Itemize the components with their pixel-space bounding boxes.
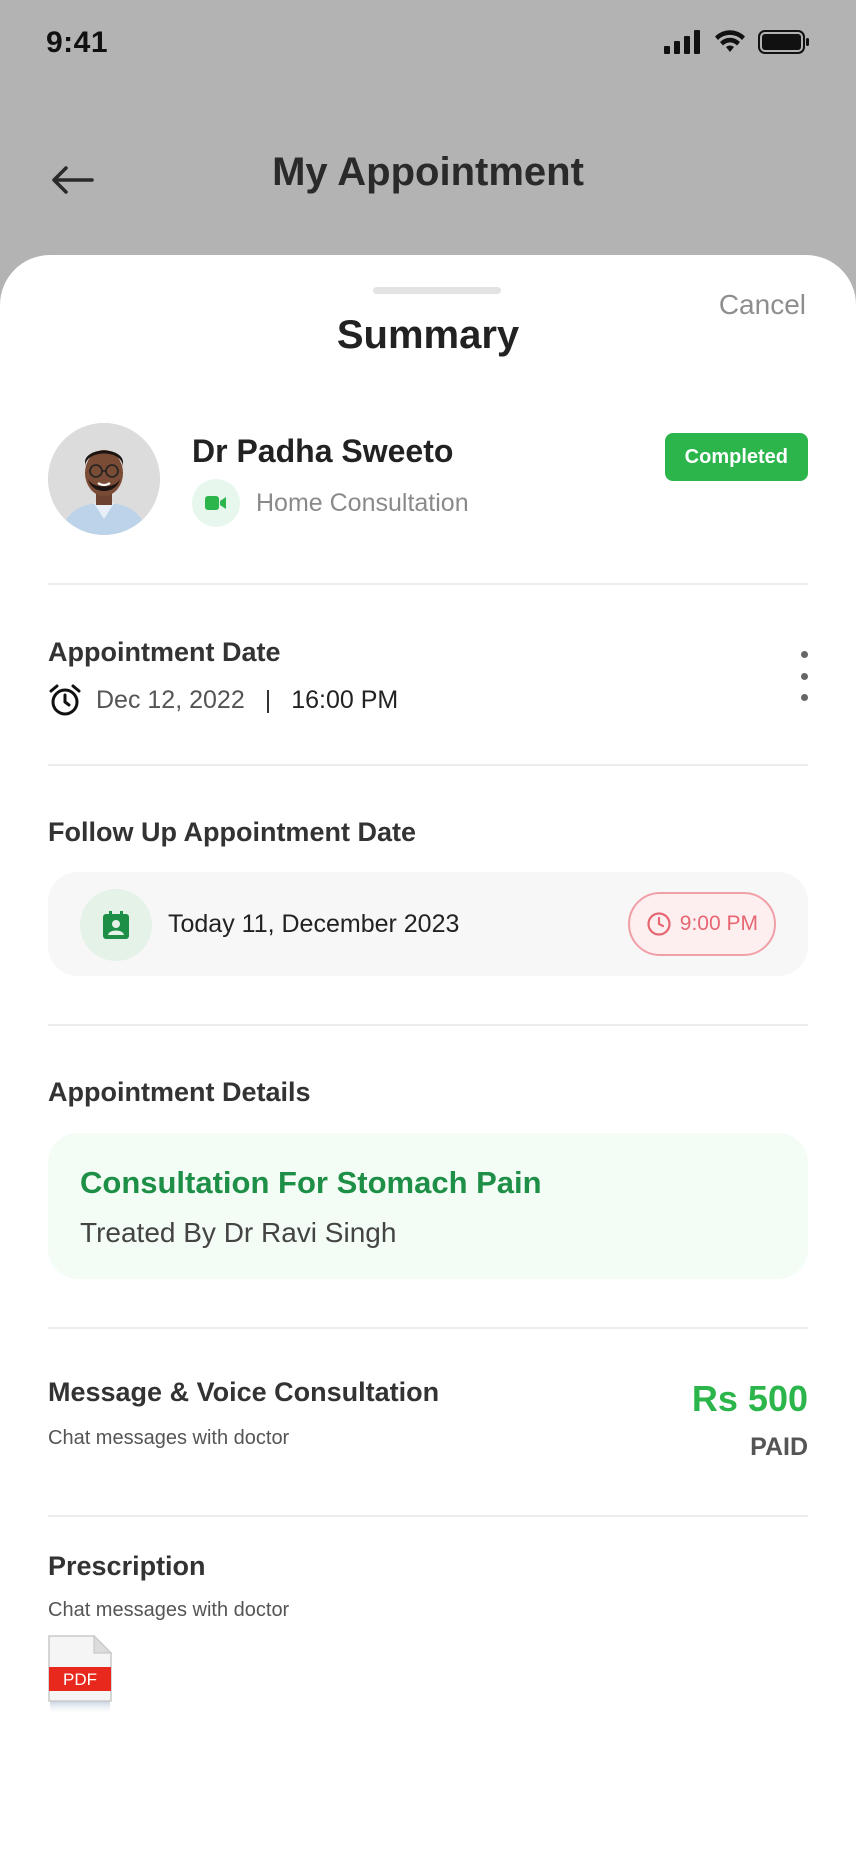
- payment-status: PAID: [750, 1433, 808, 1461]
- payment-title: Message & Voice Consultation: [48, 1377, 440, 1407]
- doctor-avatar: [48, 423, 160, 535]
- calendar-contact-icon: [103, 911, 129, 939]
- clock-icon: [647, 912, 671, 936]
- follow-up-time: 9:00 PM: [679, 912, 758, 935]
- doctor-name: Dr Padha Sweeto: [192, 433, 454, 469]
- treated-by: Treated By Dr Ravi Singh: [80, 1217, 397, 1248]
- divider: [48, 1024, 808, 1026]
- appointment-details-card: Consultation For Stomach Pain Treated By…: [48, 1133, 808, 1279]
- summary-sheet: Cancel Summary Dr Padha Sweeto Home Cons…: [0, 255, 856, 1852]
- more-options-icon[interactable]: [794, 651, 814, 701]
- status-time: 9:41: [46, 26, 109, 59]
- consultation-title: Consultation For Stomach Pain: [80, 1165, 542, 1200]
- follow-up-card[interactable]: Today 11, December 2023 9:00 PM: [48, 872, 808, 976]
- wifi-icon: [715, 30, 745, 52]
- appointment-date-row: Dec 12, 2022 | 16:00 PM: [48, 683, 398, 717]
- status-icons: [664, 30, 810, 54]
- divider: [48, 1327, 808, 1329]
- appointment-date: Dec 12, 2022: [96, 685, 245, 714]
- pdf-label: PDF: [63, 1670, 97, 1689]
- page-title: My Appointment: [272, 150, 584, 194]
- prescription-title: Prescription: [48, 1551, 206, 1581]
- payment-subtitle: Chat messages with doctor: [48, 1427, 290, 1449]
- follow-up-time-pill: 9:00 PM: [627, 892, 776, 956]
- app-header: My Appointment: [0, 120, 856, 230]
- consultation-type: Home Consultation: [256, 489, 469, 517]
- appointment-details-label: Appointment Details: [48, 1077, 311, 1107]
- follow-up-date: Today 11, December 2023: [168, 910, 460, 938]
- calendar-icon-wrap: [80, 889, 152, 961]
- status-bar: 9:41: [0, 0, 856, 90]
- alarm-clock-icon: [49, 684, 81, 716]
- drag-handle[interactable]: [373, 287, 501, 294]
- divider: [48, 1515, 808, 1517]
- divider: [48, 764, 808, 766]
- follow-up-label: Follow Up Appointment Date: [48, 817, 416, 847]
- divider: [48, 583, 808, 585]
- date-time-separator: |: [264, 685, 272, 714]
- appointment-date-label: Appointment Date: [48, 637, 281, 667]
- appointment-time: 16:00 PM: [291, 685, 399, 714]
- sheet-title: Summary: [336, 313, 520, 357]
- video-consult-icon-wrap: [192, 479, 240, 527]
- pdf-file-icon[interactable]: PDF: [48, 1634, 113, 1717]
- prescription-subtitle: Chat messages with doctor: [48, 1599, 290, 1621]
- signal-icon: [664, 30, 700, 54]
- video-camera-icon: [205, 496, 226, 510]
- battery-icon: [758, 30, 809, 54]
- status-badge: Completed: [664, 433, 808, 481]
- payment-amount: Rs 500: [691, 1378, 808, 1419]
